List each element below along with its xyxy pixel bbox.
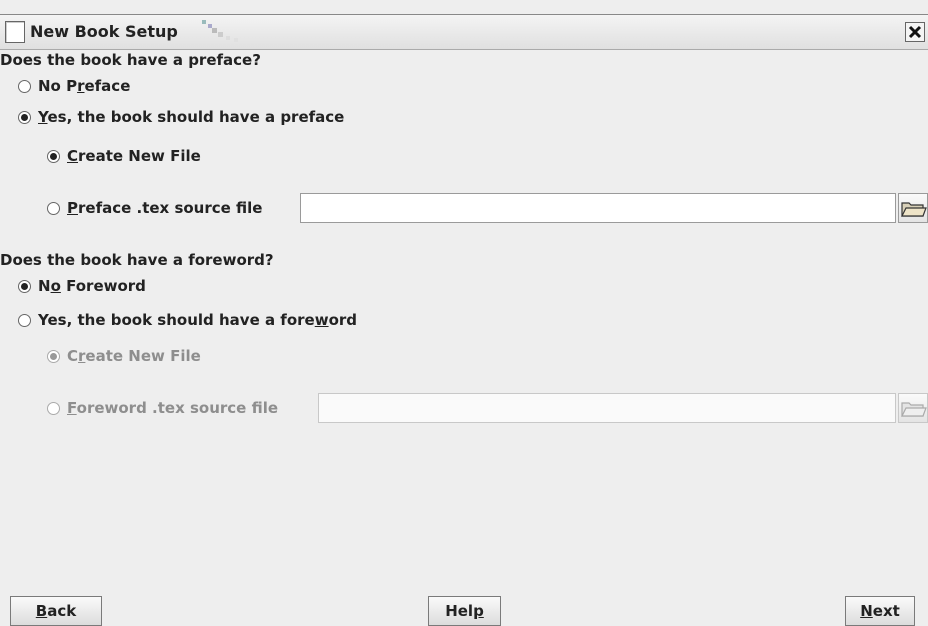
title-decoration-icon xyxy=(202,20,238,42)
yes-preface-label: Yes, the book should have a preface xyxy=(38,108,345,126)
window-icon[interactable] xyxy=(5,21,25,43)
preface-create-new-label: Create New File xyxy=(67,147,201,165)
yes-foreword-radio[interactable]: Yes, the book should have a foreword xyxy=(18,311,357,329)
no-foreword-radio[interactable]: No Foreword xyxy=(18,277,146,295)
radio-icon xyxy=(18,79,31,93)
radio-icon xyxy=(18,313,31,327)
radio-selected-icon xyxy=(47,149,60,163)
radio-selected-icon xyxy=(18,110,31,124)
yes-foreword-label: Yes, the book should have a foreword xyxy=(38,311,358,329)
title-bar: New Book Setup xyxy=(0,14,928,50)
radio-icon xyxy=(47,401,60,415)
preface-question: Does the book have a preface? xyxy=(0,51,261,69)
no-preface-label: No Preface xyxy=(38,77,131,95)
foreword-browse-button[interactable] xyxy=(898,393,928,423)
window-title: New Book Setup xyxy=(30,22,178,41)
back-button[interactable]: Back xyxy=(10,596,102,626)
foreword-create-new-label: Create New File xyxy=(67,347,201,365)
no-preface-radio[interactable]: No Preface xyxy=(18,77,130,95)
help-button[interactable]: Hel p xyxy=(428,596,501,626)
foreword-source-file-label: Foreword .tex source file xyxy=(67,399,279,417)
radio-selected-icon xyxy=(47,349,60,363)
preface-create-new-radio[interactable]: Create New File xyxy=(47,147,201,165)
no-foreword-label: No Foreword xyxy=(38,277,146,295)
close-icon xyxy=(908,25,922,39)
preface-source-file-input[interactable] xyxy=(300,193,896,223)
folder-open-icon xyxy=(901,202,927,217)
foreword-source-file-input[interactable] xyxy=(318,393,896,423)
close-button[interactable] xyxy=(905,22,925,42)
radio-selected-icon xyxy=(18,279,31,293)
foreword-question: Does the book have a foreword? xyxy=(0,251,274,269)
foreword-create-new-radio[interactable]: Create New File xyxy=(47,347,201,365)
folder-open-icon xyxy=(901,402,927,417)
yes-preface-radio[interactable]: Yes, the book should have a preface xyxy=(18,108,344,126)
radio-icon xyxy=(47,201,60,215)
preface-source-file-radio[interactable]: Preface .tex source file xyxy=(47,199,262,217)
preface-source-file-label: Preface .tex source file xyxy=(67,199,263,217)
next-button[interactable]: Next xyxy=(845,596,915,626)
foreword-source-file-radio[interactable]: Foreword .tex source file xyxy=(47,399,278,417)
preface-browse-button[interactable] xyxy=(898,193,928,223)
